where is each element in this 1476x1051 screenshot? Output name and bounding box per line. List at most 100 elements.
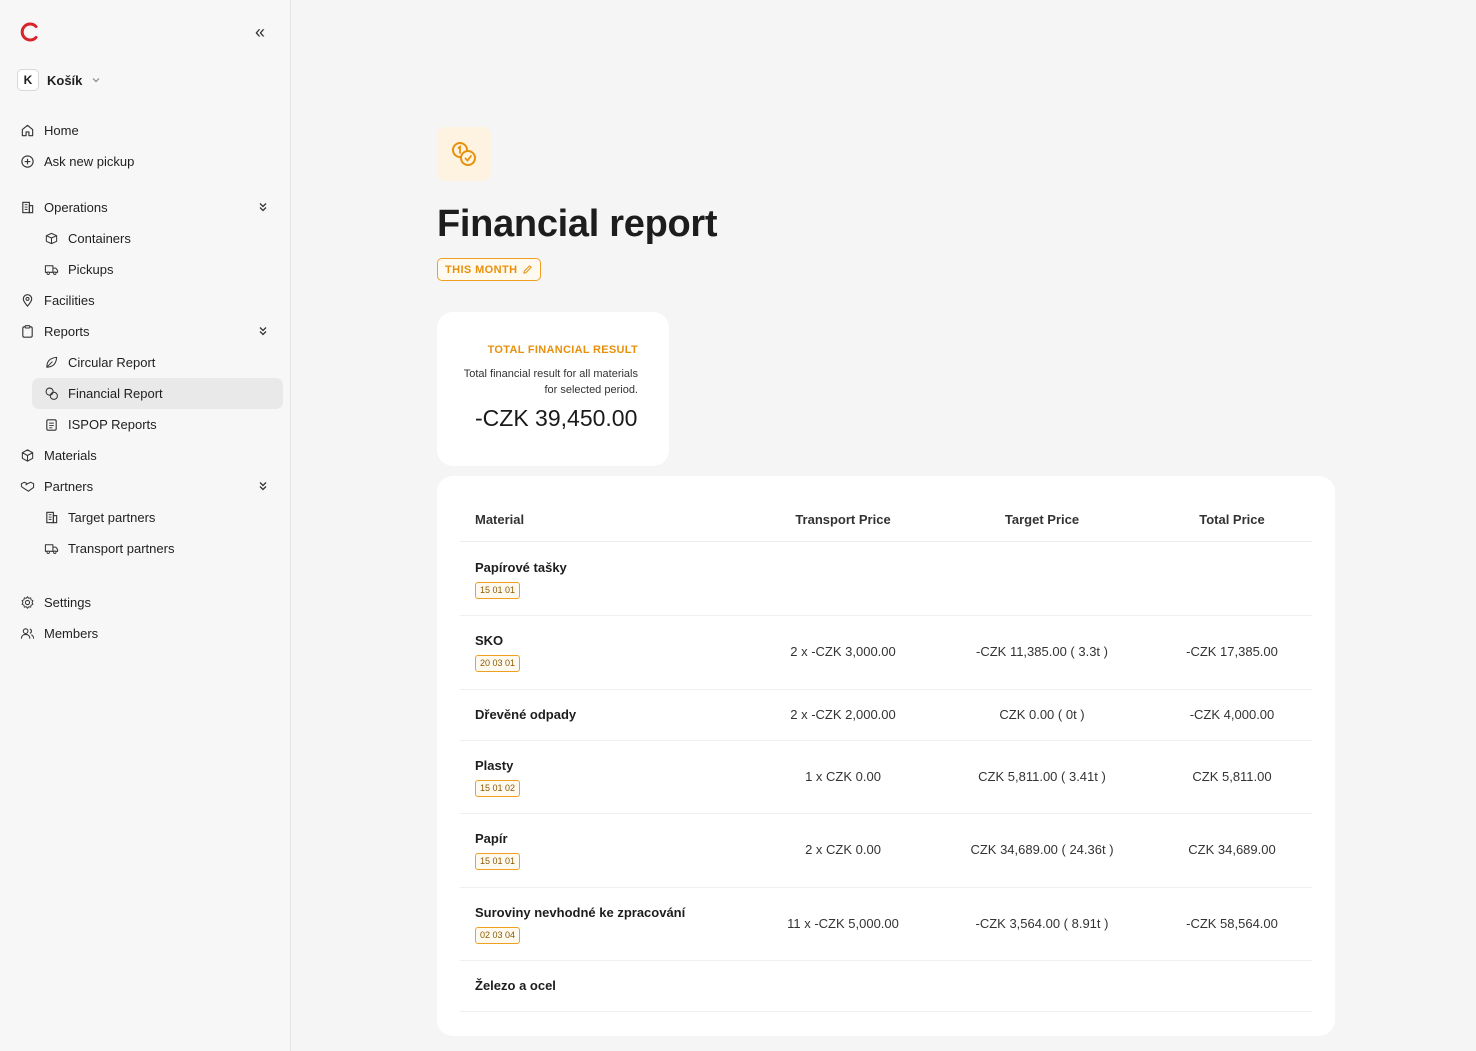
material-name: Papírové tašky xyxy=(475,560,567,575)
target-price: -CZK 3,564.00 ( 8.91t ) xyxy=(975,916,1109,931)
org-switcher[interactable]: K Košík xyxy=(17,69,102,91)
chevron-down-icon xyxy=(92,78,100,83)
material-name: Suroviny nevhodné ke zpracování xyxy=(475,905,686,920)
box-icon xyxy=(45,232,58,244)
leaf-icon xyxy=(46,356,58,368)
org-name: Košík xyxy=(47,72,83,88)
material-code-badge: 15 01 02 xyxy=(475,780,521,797)
sidebar-item-home[interactable]: Home xyxy=(20,115,79,145)
table-row[interactable]: Železo a ocel xyxy=(460,961,1312,1012)
app-logo-icon[interactable] xyxy=(18,20,42,44)
material-name: SKO xyxy=(475,633,504,648)
double-chevron-down-icon[interactable] xyxy=(256,200,270,214)
collapse-sidebar-icon[interactable]: « xyxy=(250,22,270,42)
sidebar-item-label: Operations xyxy=(44,199,108,215)
material-name: Plasty xyxy=(475,758,514,773)
sidebar-item-ispop-reports[interactable]: ISPOP Reports xyxy=(44,409,157,439)
total-price: -CZK 17,385.00 xyxy=(1186,644,1278,659)
sidebar-item-label: Transport partners xyxy=(68,540,175,556)
material-name: Dřevěné odpady xyxy=(475,707,577,722)
truck-icon xyxy=(44,543,59,554)
material-name: Železo a ocel xyxy=(475,978,556,993)
transport-price: 2 x -CZK 3,000.00 xyxy=(790,644,896,659)
building-icon xyxy=(46,511,58,523)
table-row[interactable]: SKO 20 03 01 2 x -CZK 3,000.00 -CZK 11,3… xyxy=(460,616,1312,690)
sidebar-item-label: Facilities xyxy=(44,292,95,308)
table-row[interactable]: Papírové tašky 15 01 01 xyxy=(460,543,1312,616)
table-row[interactable]: Plasty 15 01 02 1 x CZK 0.00 CZK 5,811.0… xyxy=(460,741,1312,814)
sidebar-item-partners[interactable]: Partners xyxy=(20,471,93,501)
target-price: -CZK 11,385.00 ( 3.3t ) xyxy=(976,644,1108,659)
summary-value: -CZK 39,450.00 xyxy=(475,405,638,431)
material-name: Papír xyxy=(475,831,508,846)
sidebar: « K Košík Home Ask new pickup Operations… xyxy=(0,0,291,1051)
clipboard-icon xyxy=(22,324,33,338)
period-selector[interactable]: THIS MONTH xyxy=(437,258,542,281)
sidebar-item-label: Reports xyxy=(44,323,90,339)
double-chevron-down-icon[interactable] xyxy=(256,324,270,338)
handshake-icon xyxy=(20,481,35,492)
sidebar-item-label: Settings xyxy=(44,594,91,610)
sidebar-item-label: ISPOP Reports xyxy=(68,416,157,432)
target-price: CZK 5,811.00 ( 3.41t ) xyxy=(978,769,1106,784)
sidebar-item-pickups[interactable]: Pickups xyxy=(44,254,114,284)
sidebar-item-members[interactable]: Members xyxy=(20,618,98,648)
sidebar-item-label: Home xyxy=(44,122,79,138)
sidebar-item-label: Containers xyxy=(68,230,131,246)
table-row[interactable]: Suroviny nevhodné ke zpracování 02 03 04… xyxy=(460,888,1312,961)
sidebar-item-label: Financial Report xyxy=(68,385,163,401)
report-icon-tile xyxy=(437,127,491,181)
total-price: -CZK 4,000.00 xyxy=(1189,707,1275,722)
material-code-badge: 15 01 01 xyxy=(475,853,521,870)
sidebar-item-facilities[interactable]: Facilities xyxy=(20,285,95,315)
sidebar-item-materials[interactable]: Materials xyxy=(20,440,97,470)
sidebar-item-label: Circular Report xyxy=(68,354,156,370)
users-icon xyxy=(20,627,35,639)
header-material: Material xyxy=(475,512,525,527)
table-row[interactable]: Dřevěné odpady 2 x -CZK 2,000.00 CZK 0.0… xyxy=(460,690,1312,741)
coins-icon xyxy=(452,142,476,166)
truck-icon xyxy=(44,264,59,275)
total-result-card: TOTAL FINANCIAL RESULT Total financial r… xyxy=(437,312,669,466)
sidebar-item-containers[interactable]: Containers xyxy=(44,223,131,253)
home-icon xyxy=(21,124,34,136)
header-target-price: Target Price xyxy=(1004,512,1080,527)
sidebar-item-label: Members xyxy=(44,625,99,641)
header-total-price: Total Price xyxy=(1199,512,1265,527)
target-price: CZK 0.00 ( 0t ) xyxy=(999,707,1085,722)
sidebar-item-label: Pickups xyxy=(68,261,114,277)
sidebar-item-ask-pickup[interactable]: Ask new pickup xyxy=(20,146,134,176)
org-avatar: K xyxy=(17,69,39,91)
building-icon xyxy=(22,201,34,213)
sidebar-item-reports[interactable]: Reports xyxy=(20,316,90,346)
total-price: -CZK 58,564.00 xyxy=(1186,916,1278,931)
page-title: Financial report xyxy=(437,203,718,245)
total-price: CZK 34,689.00 xyxy=(1188,842,1276,857)
sidebar-item-circular-report[interactable]: Circular Report xyxy=(44,347,155,377)
summary-label: TOTAL FINANCIAL RESULT xyxy=(487,344,638,356)
plus-circle-icon xyxy=(21,154,34,168)
double-chevron-down-icon[interactable] xyxy=(256,479,270,493)
header-transport-price: Transport Price xyxy=(795,512,891,527)
location-pin-icon xyxy=(22,293,33,307)
transport-price: 1 x CZK 0.00 xyxy=(805,769,881,784)
material-code-badge: 15 01 01 xyxy=(475,582,521,599)
sidebar-item-operations[interactable]: Operations xyxy=(20,192,108,222)
clipboard-list-icon xyxy=(46,418,57,431)
financial-table: Material Transport Price Target Price To… xyxy=(437,476,1335,1036)
table-row[interactable]: Papír 15 01 01 2 x CZK 0.00 CZK 34,689.0… xyxy=(460,814,1312,888)
summary-description: Total financial result for all materials… xyxy=(463,368,638,396)
sidebar-item-label: Target partners xyxy=(68,509,156,525)
sidebar-item-settings[interactable]: Settings xyxy=(20,587,91,617)
sidebar-item-target-partners[interactable]: Target partners xyxy=(44,502,155,532)
total-price: CZK 5,811.00 xyxy=(1192,769,1272,784)
period-label: THIS MONTH xyxy=(445,263,518,276)
sidebar-item-transport-partners[interactable]: Transport partners xyxy=(44,533,174,563)
sidebar-item-label: Ask new pickup xyxy=(44,153,135,169)
sidebar-item-financial-report[interactable]: Financial Report xyxy=(44,378,163,408)
cube-icon xyxy=(21,448,34,462)
sidebar-item-label: Partners xyxy=(44,478,94,494)
material-code-badge: 20 03 01 xyxy=(475,655,521,672)
transport-price: 2 x CZK 0.00 xyxy=(805,842,881,857)
sidebar-item-label: Materials xyxy=(44,447,97,463)
